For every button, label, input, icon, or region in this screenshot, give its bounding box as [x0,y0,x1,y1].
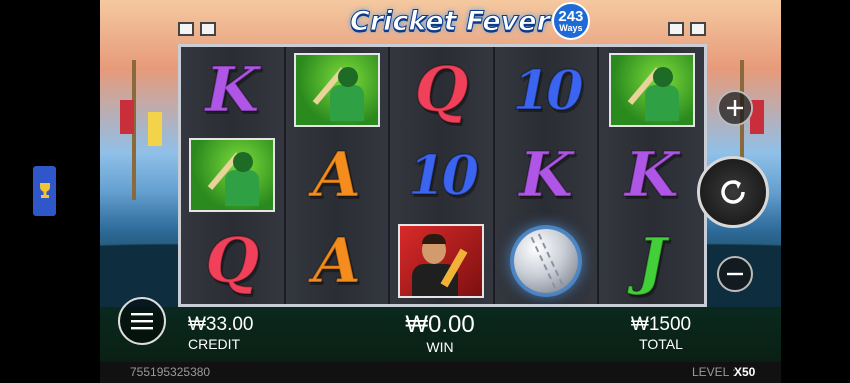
footer-bar: 755195325380 LEVEL : X50 [100,362,781,383]
stadium-flag [148,112,162,146]
reel-2: AA [285,47,391,304]
level-value: X50 [734,365,756,379]
credit-display: ₩33.00 CREDIT [188,314,253,352]
reel-cell [495,218,598,304]
symbol-k: K [205,52,260,126]
credit-value: ₩33.00 [188,314,254,335]
batsman-wild-symbol [293,52,380,127]
reel-5: KJ [599,47,704,304]
floodlight [178,22,194,36]
reel-cell: K [181,47,284,133]
symbol-k: K [624,138,679,212]
leaderboard-tab[interactable] [33,166,56,216]
symbol-j: J [636,224,667,298]
trophy-icon [39,183,50,198]
reel-grid[interactable]: K Q A A Q 10 10 K K J [178,44,707,307]
symbol-k: K [518,138,574,212]
win-display: ₩0.00 WIN [400,311,480,355]
credit-label: CREDIT [188,336,241,352]
floodlight [200,22,216,36]
reel-4: 10 K [494,47,600,304]
win-value: ₩0.00 [405,311,475,338]
total-label: TOTAL [639,336,683,352]
reel-cell [390,218,493,304]
player-scatter-symbol [398,224,485,299]
reel-cell: A [286,218,389,304]
game-stage: Cricket Fever 243 Ways K Q A A Q 10 10 K K J ₩33.… [100,0,781,383]
bet-decrease-button[interactable] [717,256,753,292]
reel-cell: 10 [495,47,598,133]
reel-cell: Q [390,47,493,133]
total-display: ₩1500 TOTAL [626,314,696,352]
symbol-10: 10 [512,57,585,122]
reel-cell [599,47,704,133]
bet-increase-button[interactable] [717,90,753,126]
reel-cell [181,133,284,219]
reel-cell: Q [181,218,284,304]
stadium-flag [120,100,134,134]
reel-cell: J [599,218,704,304]
level-label: LEVEL : [692,365,736,379]
session-id: 755195325380 [130,365,211,379]
reel-cell: A [286,133,389,219]
reel-cell: K [599,133,704,219]
ways-number: 243 [558,8,584,25]
game-logo: Cricket Fever 243 Ways [350,2,590,40]
spin-button[interactable] [697,156,769,228]
symbol-q: Q [414,52,470,126]
logo-title: Cricket Fever [350,5,551,37]
win-label: WIN [426,339,454,355]
symbol-10: 10 [407,143,480,208]
batsman-wild-symbol [608,52,695,127]
menu-button[interactable] [118,297,166,345]
reel-1: KQ [181,47,286,304]
batsman-wild-symbol [189,138,276,213]
floodlight [668,22,684,36]
spin-arrow-icon [721,180,745,204]
ways-badge: 243 Ways [551,2,590,40]
ways-label: Ways [559,23,583,33]
minus-icon [727,272,743,276]
symbol-q: Q [205,224,261,298]
total-value: ₩1500 [630,314,692,335]
symbol-a: A [312,138,362,212]
plus-icon [727,100,743,116]
reel-cell [286,47,389,133]
reel-cell: K [495,133,598,219]
reel-cell: 10 [390,133,493,219]
reel-3: Q 10 [390,47,495,304]
floodlight [690,22,706,36]
cricket-ball-symbol [514,229,579,294]
symbol-a: A [312,224,362,298]
hamburger-icon [131,313,153,330]
